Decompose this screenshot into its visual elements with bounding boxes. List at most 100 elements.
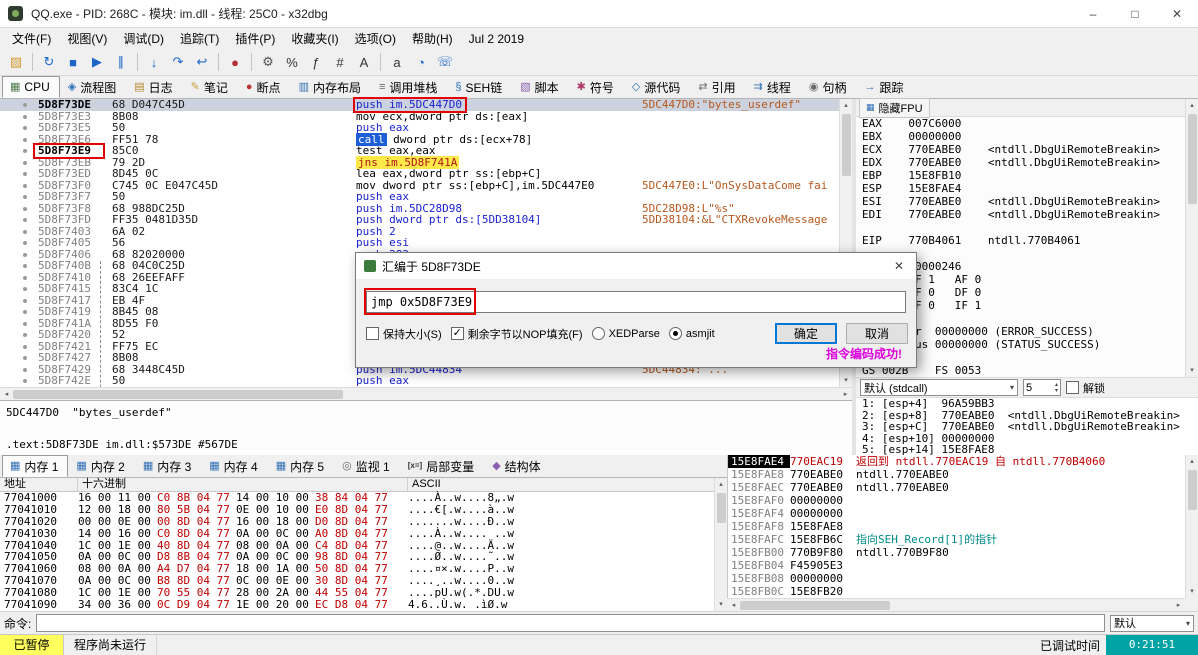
tab-call-stack[interactable]: ≡ 调用堆栈: [371, 76, 447, 98]
register-row[interactable]: ESP 15E8FAE4: [856, 182, 1198, 195]
tab-dump-5[interactable]: ▦ 内存 5: [268, 455, 334, 477]
register-row[interactable]: EBP 15E8FB10: [856, 169, 1198, 182]
breakpoint-dot[interactable]: [23, 298, 27, 303]
disasm-row[interactable]: 5D8F73E9 85C0 test eax,eax: [0, 145, 852, 157]
tab-graph[interactable]: ◈ 流程图: [60, 76, 126, 98]
disasm-row[interactable]: 5D8F7405 56 push esi: [0, 237, 852, 249]
register-row[interactable]: EAX 007C6000: [856, 117, 1198, 130]
dump-row[interactable]: 77041030 14 00 16 00 C0 8D 04 77 0A 00 0C 0…: [0, 527, 727, 540]
breakpoint-dot[interactable]: [23, 344, 27, 349]
breakpoint-dot[interactable]: [23, 379, 27, 383]
scroll-right-icon[interactable]: ▸: [1172, 599, 1185, 612]
breakpoint-dot[interactable]: [23, 310, 27, 314]
stop-icon[interactable]: ■: [62, 52, 84, 73]
breakpoint-dot[interactable]: [23, 183, 27, 188]
menu-item[interactable]: 选项(O): [347, 28, 404, 49]
stack-row[interactable]: 15E8FAF0 00000000: [728, 494, 1198, 507]
tab-threads[interactable]: ⇉ 线程: [746, 76, 801, 98]
disasm-hscrollbar[interactable]: ◂ ▸: [0, 387, 852, 400]
scroll-thumb[interactable]: [13, 389, 343, 399]
scroll-thumb[interactable]: [716, 493, 726, 523]
argument-row[interactable]: 5: [esp+14] 15E8FAE8: [856, 444, 1198, 455]
breakpoint-dot[interactable]: [23, 149, 27, 153]
tab-memory-map[interactable]: ▥ 内存布局: [291, 76, 371, 98]
scroll-left-icon[interactable]: ◂: [0, 388, 13, 401]
fill-nop-checkbox[interactable]: ✓ 剩余字节以NOP填充(F): [450, 326, 583, 342]
step-into-icon[interactable]: ↓: [143, 52, 165, 73]
registers-scrollbar[interactable]: ▴ ▾: [1185, 99, 1198, 377]
breakpoint-dot[interactable]: [23, 126, 27, 130]
compass-icon[interactable]: ◔: [410, 52, 432, 73]
scroll-down-icon[interactable]: ▾: [1186, 364, 1198, 377]
run-until-return-icon[interactable]: ↩: [191, 52, 213, 73]
breakpoint-dot[interactable]: [23, 275, 27, 280]
breakpoint-dot[interactable]: [23, 333, 27, 337]
tab-breakpoints[interactable]: ● 断点: [238, 76, 291, 98]
keep-size-checkbox[interactable]: 保持大小(S): [366, 326, 442, 342]
run-icon[interactable]: ▶: [86, 52, 108, 73]
breakpoint-dot[interactable]: [23, 195, 27, 199]
minimize-button[interactable]: –: [1072, 0, 1114, 28]
step-over-icon[interactable]: ↷: [167, 52, 189, 73]
menu-item[interactable]: 文件(F): [4, 28, 59, 49]
menu-item[interactable]: Jul 2 2019: [461, 30, 532, 48]
scroll-thumb[interactable]: [1187, 114, 1197, 204]
tab-cpu[interactable]: ▦ CPU: [2, 76, 60, 98]
dump-row[interactable]: 77041020 00 00 0E 00 00 8D 04 77 16 00 18 0…: [0, 515, 727, 528]
register-row[interactable]: ECX 770EABE0 <ntdll.DbgUiRemoteBreakin>: [856, 143, 1198, 156]
maximize-button[interactable]: □: [1114, 0, 1156, 28]
menu-item[interactable]: 调试(D): [115, 28, 172, 49]
register-row[interactable]: EDX 770EABE0 <ntdll.DbgUiRemoteBreakin>: [856, 156, 1198, 169]
settings-icon[interactable]: ⚙: [257, 52, 279, 73]
pause-icon[interactable]: ∥: [110, 52, 132, 73]
menu-item[interactable]: 帮助(H): [404, 28, 461, 49]
dump-scrollbar[interactable]: ▴ ▾: [714, 478, 727, 611]
restart-icon[interactable]: ↻: [38, 52, 60, 73]
register-row[interactable]: EBX 00000000: [856, 130, 1198, 143]
argument-row[interactable]: 1: [esp+4] 96A59BB3: [856, 398, 1198, 410]
tab-references[interactable]: ⇄ 引用: [690, 76, 745, 98]
breakpoint-dot[interactable]: [23, 229, 27, 234]
breakpoint-dot[interactable]: [23, 241, 27, 245]
tab-log[interactable]: ▤ 日志: [126, 76, 182, 98]
breakpoint-dot[interactable]: [23, 321, 27, 326]
stack-row[interactable]: 15E8FAFC 15E8FB6C 指向SEH_Record[1]的指针: [728, 533, 1198, 546]
tab-source[interactable]: ◇ 源代码: [624, 76, 690, 98]
dump-row[interactable]: 77041090 34 00 36 00 0C D9 04 77 1E 00 20 0…: [0, 599, 727, 611]
ok-button[interactable]: 确定: [775, 323, 837, 344]
hide-fpu-button[interactable]: ▦ 隐藏FPU: [859, 97, 930, 118]
disasm-row[interactable]: 5D8F73FD FF35 0481D35D push dword ptr ds:[…: [0, 214, 852, 226]
tab-dump-4[interactable]: ▦ 内存 4: [201, 455, 267, 477]
disasm-row[interactable]: 5D8F73F0 C745 0C E047C45D mov dword ptr ss…: [0, 179, 852, 192]
tab-trace[interactable]: → 跟踪: [856, 76, 913, 98]
stack-row[interactable]: 15E8FAF8 15E8FAE8: [728, 520, 1198, 533]
stack-row[interactable]: 15E8FAF4 00000000: [728, 507, 1198, 520]
scroll-up-icon[interactable]: ▴: [715, 478, 728, 491]
breakpoint-dot[interactable]: [23, 160, 27, 165]
scroll-up-icon[interactable]: ▴: [1186, 99, 1198, 112]
open-file-icon[interactable]: ▨: [5, 52, 27, 73]
percent-icon[interactable]: %: [281, 52, 303, 73]
breakpoint-dot[interactable]: [23, 218, 27, 222]
tab-locals[interactable]: [x=] 局部变量: [400, 455, 484, 477]
assemble-input[interactable]: [366, 291, 906, 313]
stack-row[interactable]: 15E8FAE8 770EABE0 ntdll.770EABE0: [728, 468, 1198, 481]
cancel-button[interactable]: 取消: [846, 323, 908, 344]
uppercase-icon[interactable]: A: [353, 52, 375, 73]
register-row[interactable]: EIP 770B4061 ntdll.770B4061: [856, 234, 1198, 247]
command-profile-select[interactable]: 默认 ▾: [1110, 614, 1194, 632]
stack-row[interactable]: 15E8FB08 00000000: [728, 572, 1198, 585]
calling-convention-select[interactable]: 默认 (stdcall) ▾: [860, 379, 1018, 396]
scroll-right-icon[interactable]: ▸: [839, 388, 852, 401]
tab-watch-1[interactable]: ◎ 监视 1: [334, 455, 400, 477]
xedparse-radio[interactable]: XEDParse: [591, 327, 660, 340]
register-row[interactable]: [856, 221, 1198, 234]
stack-row[interactable]: 15E8FB04 F45905E3: [728, 559, 1198, 572]
breakpoint-dot[interactable]: [23, 287, 27, 291]
spin-down-icon[interactable]: ▾: [1055, 388, 1058, 394]
tab-dump-2[interactable]: ▦ 内存 2: [68, 455, 134, 477]
breakpoint-dot[interactable]: [23, 367, 27, 372]
dump-row[interactable]: 77041010 12 00 18 00 80 5B 04 77 0E 00 10 0…: [0, 503, 727, 516]
breakpoint-dot[interactable]: [23, 264, 27, 268]
hash-icon[interactable]: #: [329, 52, 351, 73]
